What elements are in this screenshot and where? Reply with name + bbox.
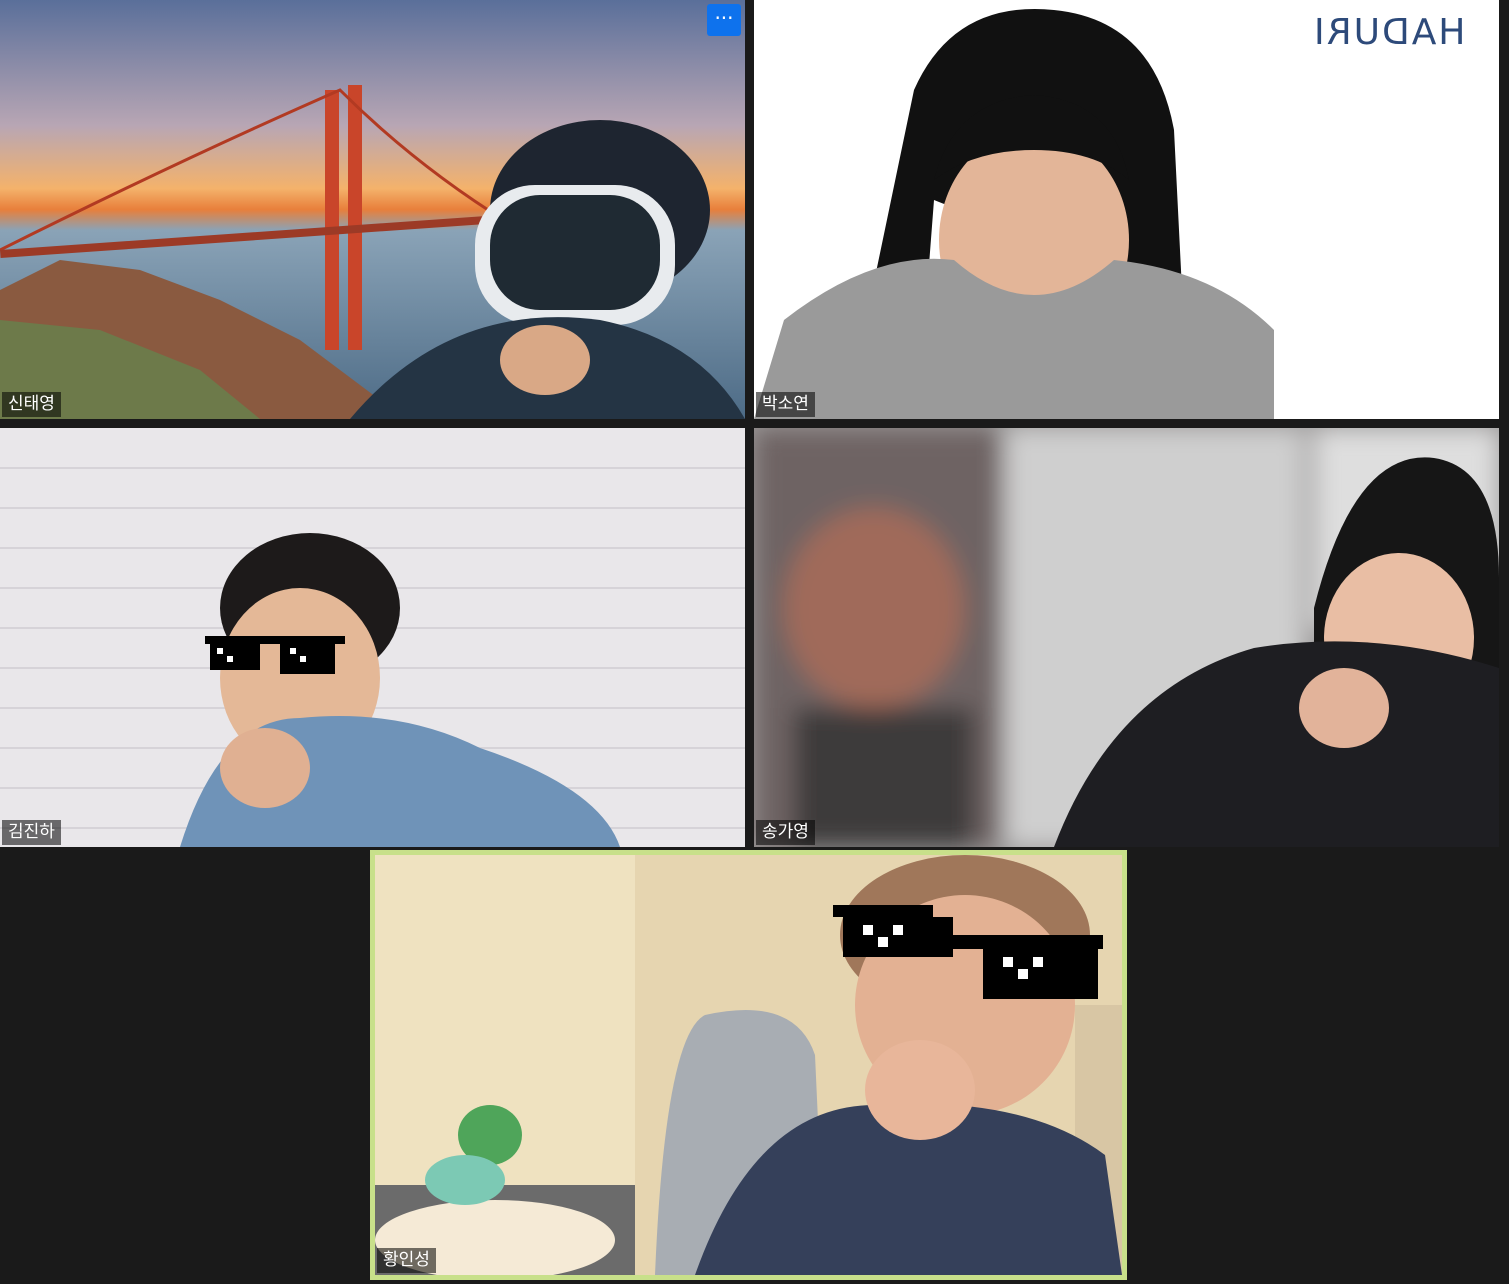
- participant-name: 박소연: [756, 392, 815, 417]
- video-feed-brick-wall: [0, 428, 745, 847]
- video-tile-active-speaker[interactable]: 황인성: [370, 850, 1127, 1280]
- video-feed-golden-gate: [0, 0, 745, 419]
- haduri-logo: HADURI: [1311, 12, 1465, 53]
- video-tile-4[interactable]: 송가영: [754, 428, 1499, 847]
- video-feed-white-wall: [754, 0, 1499, 419]
- pixel-sunglasses-icon: [833, 905, 1103, 999]
- video-tile-2[interactable]: HADURI 박소연: [754, 0, 1499, 419]
- pixel-sunglasses-icon: [205, 636, 345, 674]
- more-options-button[interactable]: ···: [707, 4, 741, 36]
- video-tile-3[interactable]: 김진하: [0, 428, 745, 847]
- video-feed-blurred-room: [754, 428, 1499, 847]
- participant-name: 신태영: [2, 392, 61, 417]
- participant-name: 송가영: [756, 820, 815, 845]
- participant-name: 황인성: [377, 1248, 436, 1273]
- video-tile-1[interactable]: ··· 신태영: [0, 0, 745, 419]
- participant-name: 김진하: [2, 820, 61, 845]
